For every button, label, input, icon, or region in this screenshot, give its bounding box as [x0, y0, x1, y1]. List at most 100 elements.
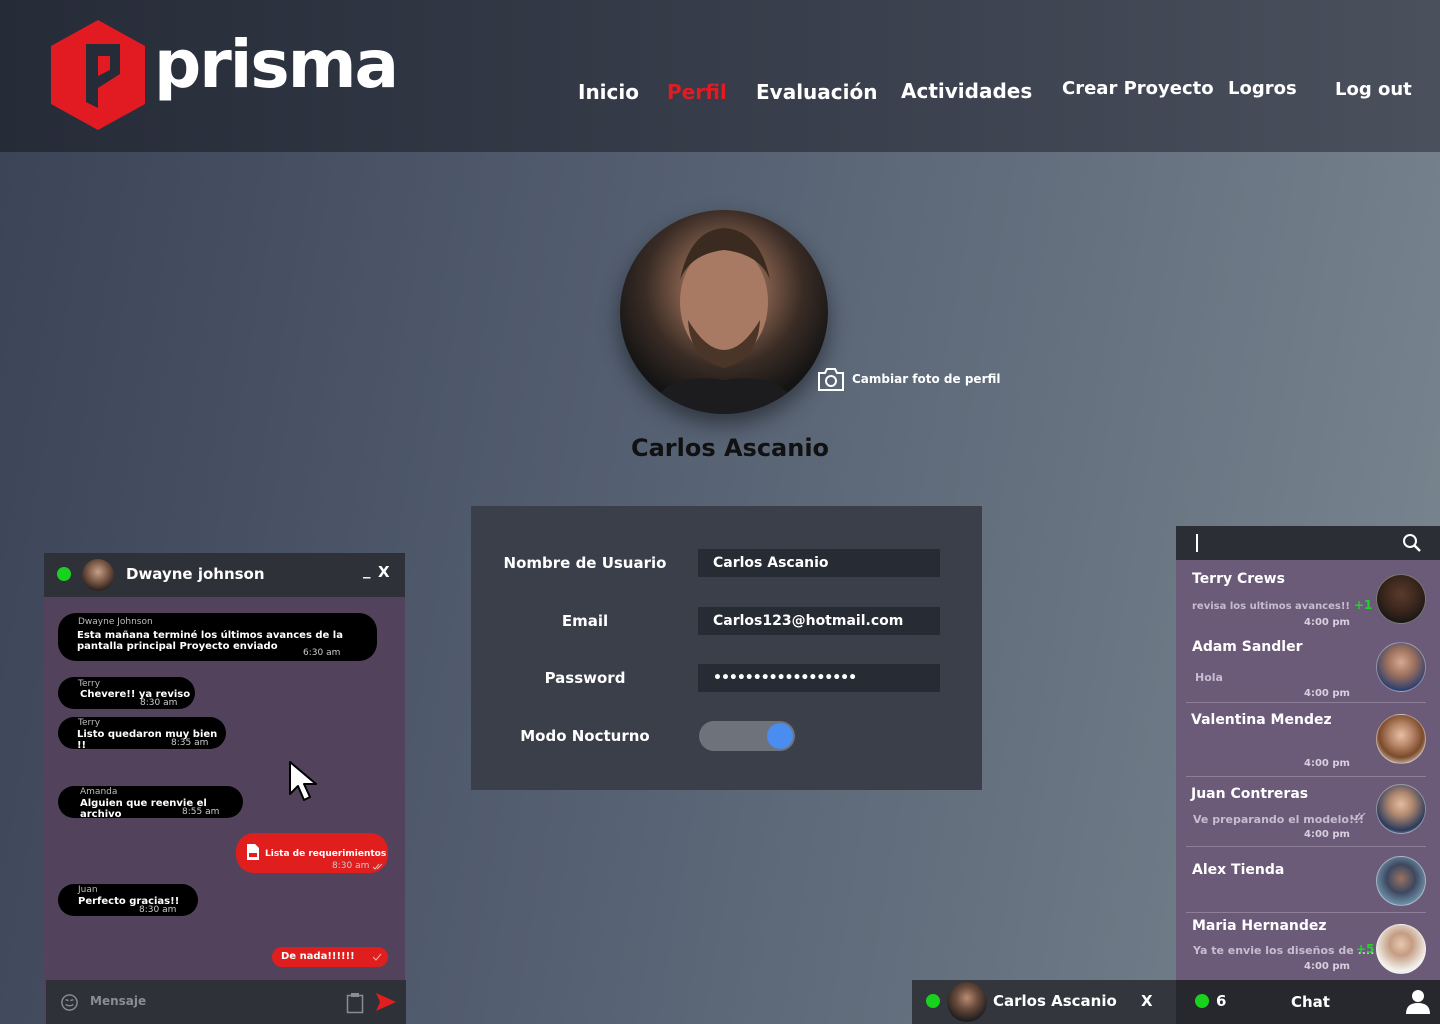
text-caret: [1196, 534, 1198, 552]
message-time: 6:30 am: [303, 648, 341, 658]
contact-time: 4:00 pm: [1304, 829, 1350, 840]
online-count: 6: [1216, 992, 1227, 1010]
email-field[interactable]: Carlos123@hotmail.com: [698, 607, 940, 635]
nav-logros[interactable]: Logros: [1228, 78, 1297, 99]
password-label: Password: [544, 669, 626, 687]
contact-item[interactable]: Terry Crews revisa los ultimos avances!!…: [1176, 560, 1440, 630]
minimized-chat-tab[interactable]: Carlos Ascanio X: [912, 980, 1176, 1024]
check-icon: [373, 953, 382, 961]
search-input[interactable]: [1176, 526, 1440, 560]
password-field[interactable]: ••••••••••••••••••: [698, 664, 940, 692]
change-photo-button[interactable]: Cambiar foto de perfil: [816, 364, 1001, 394]
avatar: [1376, 784, 1426, 834]
nav-crear-proyecto[interactable]: Crear Proyecto: [1062, 78, 1214, 99]
close-button[interactable]: X: [378, 563, 390, 581]
profile-avatar: [620, 210, 828, 414]
file-name: Lista de requerimientos: [265, 849, 387, 859]
chat-window-title: Dwayne johnson: [126, 565, 265, 583]
contact-item[interactable]: Adam Sandler Hola 4:00 pm: [1176, 630, 1440, 700]
contact-last-message: Ve preparando el modelo!!!: [1193, 813, 1364, 826]
avatar: [82, 559, 114, 591]
contact-name: Adam Sandler: [1192, 639, 1303, 655]
chat-message: Amanda Alguien que reenvie el archivo 8:…: [58, 786, 243, 820]
unread-badge: +1: [1354, 598, 1373, 612]
message-text: pantalla principal Proyecto enviado: [77, 641, 278, 652]
double-check-icon: [1352, 812, 1366, 821]
chat-message: Terry Chevere!! ya reviso 8:30 am: [58, 677, 195, 709]
prisma-hexagon-icon: [51, 20, 145, 130]
close-button[interactable]: X: [1141, 992, 1153, 1010]
chat-message: Terry Listo quedaron muy bien !! 8:35 am: [58, 717, 226, 751]
online-status-dot: [57, 567, 71, 581]
message-input[interactable]: Mensaje: [90, 994, 146, 1008]
chat-bar-label: Chat: [1291, 993, 1330, 1011]
message-sender: Terry: [78, 679, 101, 689]
minimized-chat-name: Carlos Ascanio: [993, 992, 1117, 1010]
profile-form: Nombre de Usuario Carlos Ascanio Email C…: [471, 506, 982, 790]
profile-photo: [650, 228, 798, 414]
contact-name: Maria Hernandez: [1192, 918, 1327, 934]
contacts-panel: Terry Crews revisa los ultimos avances!!…: [1176, 526, 1440, 980]
profile-name: Carlos Ascanio: [630, 434, 830, 462]
contact-last-message: revisa los ultimos avances!!: [1192, 601, 1350, 612]
contact-item[interactable]: Juan Contreras Ve preparando el modelo!!…: [1176, 776, 1440, 846]
contact-time: 4:00 pm: [1304, 961, 1350, 972]
message-sender: Dwayne Johnson: [78, 617, 153, 627]
clipboard-icon[interactable]: [346, 992, 364, 1014]
unread-badge: +5: [1356, 942, 1375, 956]
contact-time: 4:00 pm: [1304, 617, 1350, 628]
avatar: [1376, 574, 1426, 624]
camera-icon: [818, 368, 844, 391]
contact-time: 4:00 pm: [1304, 758, 1350, 769]
contact-time: 4:00 pm: [1304, 688, 1350, 699]
chat-window: Dwayne johnson _ X Dwayne Johnson Esta m…: [44, 553, 406, 1024]
username-field[interactable]: Carlos Ascanio: [698, 549, 940, 577]
online-status-dot: [1195, 994, 1209, 1008]
contact-item[interactable]: Alex Tienda: [1176, 846, 1440, 914]
message-text: Esta mañana terminé los últimos avances …: [77, 630, 343, 641]
avatar: [947, 982, 987, 1022]
message-time: 8:30 am: [140, 698, 178, 708]
contact-name: Juan Contreras: [1191, 786, 1309, 802]
night-mode-label: Modo Nocturno: [520, 727, 650, 745]
email-label: Email: [561, 612, 609, 630]
user-icon[interactable]: [1406, 989, 1430, 1015]
chat-message: Dwayne Johnson Esta mañana terminé los ú…: [58, 613, 377, 661]
mouse-cursor-icon: [289, 761, 317, 801]
top-header: prisma Inicio Perfil Evaluación Activida…: [0, 0, 1440, 152]
contact-name: Terry Crews: [1192, 571, 1285, 587]
contact-item[interactable]: Valentina Mendez 4:00 pm: [1176, 702, 1440, 772]
minimize-button[interactable]: _: [363, 561, 371, 579]
message-time: 8:35 am: [171, 738, 209, 748]
contact-name: Alex Tienda: [1192, 862, 1285, 878]
nav-evaluacion[interactable]: Evaluación: [756, 80, 877, 104]
chat-message: Juan Perfecto gracias!! 8:30 am: [58, 884, 198, 916]
username-label: Nombre de Usuario: [503, 554, 667, 572]
prisma-logo[interactable]: prisma: [48, 18, 399, 133]
contact-last-message: Hola: [1195, 671, 1223, 684]
nav-log-out[interactable]: Log out: [1335, 79, 1412, 100]
night-mode-toggle[interactable]: [699, 721, 795, 751]
sent-message: De nada!!!!!!: [272, 947, 388, 967]
brand-name: prisma: [154, 26, 399, 103]
emoji-icon[interactable]: [60, 993, 79, 1012]
chat-bar[interactable]: 6 Chat: [1176, 980, 1440, 1024]
send-icon[interactable]: [376, 993, 396, 1011]
message-sender: Amanda: [80, 787, 118, 797]
chat-window-header[interactable]: Dwayne johnson _ X: [44, 553, 405, 597]
search-icon[interactable]: [1402, 533, 1422, 553]
change-photo-label: Cambiar foto de perfil: [852, 372, 1001, 386]
toggle-knob: [767, 723, 793, 749]
nav-actividades[interactable]: Actividades: [901, 79, 1032, 103]
avatar: [1376, 642, 1426, 692]
file-message[interactable]: Lista de requerimientos 8:30 am: [236, 833, 388, 873]
message-time: 8:55 am: [182, 807, 220, 817]
nav-perfil[interactable]: Perfil: [667, 80, 727, 104]
contact-item[interactable]: Maria Hernandez Ya te envie los diseños …: [1176, 912, 1440, 980]
double-check-icon: [373, 863, 383, 870]
nav-inicio[interactable]: Inicio: [578, 80, 639, 104]
contact-name: Valentina Mendez: [1191, 712, 1332, 728]
contact-last-message: Ya te envie los diseños de ....: [1193, 944, 1375, 957]
message-text: De nada!!!!!!: [281, 951, 355, 962]
online-status-dot: [926, 994, 940, 1008]
